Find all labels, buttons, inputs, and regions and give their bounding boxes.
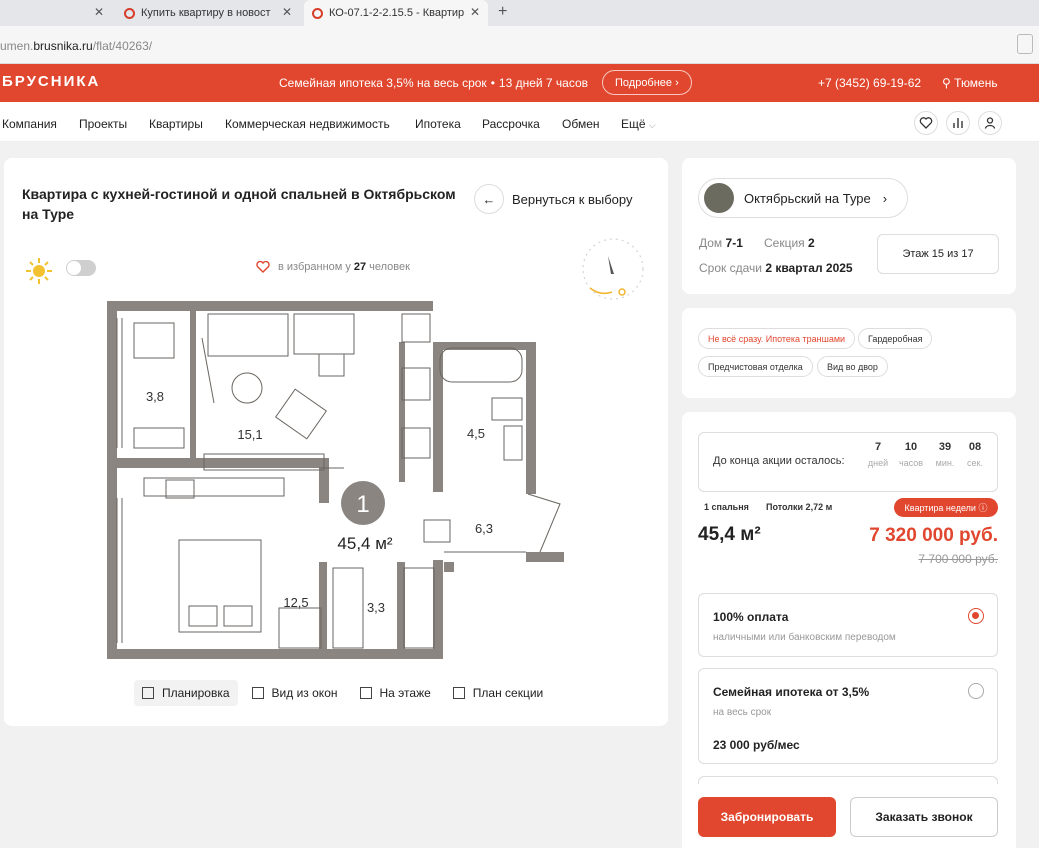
info-icon: ⓘ: [978, 503, 988, 513]
browser-tab[interactable]: ✕: [0, 0, 112, 26]
price-panel: До конца акции осталось: 7 дней 10 часов 3…: [682, 412, 1016, 848]
room-area-label: 3,8: [146, 389, 164, 404]
promo-countdown: До конца акции осталось: 7 дней 10 часов 3…: [698, 432, 998, 492]
compare-button[interactable]: [946, 111, 970, 135]
tag-mortgage-tranches[interactable]: Не всё сразу. Ипотека траншами: [698, 328, 856, 349]
countdown-hours: 10 часов: [898, 441, 924, 468]
favorites-counter: в избранном у 27 человек: [256, 261, 410, 273]
room-area-label: 6,3: [475, 521, 493, 536]
promo-header: БРУСНИКА Семейная ипотека 3,5% на весь с…: [0, 64, 1039, 102]
nav-item-flats[interactable]: Квартиры: [149, 117, 203, 131]
ceiling-spec: Потолки 2,72 м: [766, 502, 833, 512]
nav-item-commercial[interactable]: Коммерческая недвижимость: [225, 117, 390, 131]
promo-more-button[interactable]: Подробнее ›: [602, 70, 692, 95]
floor-plan: 3,8 15,1 4,5 6,3 12,5 3,3 1 45,4 м²: [107, 301, 564, 659]
plan-view-tabs: Планировка Вид из окон На этаже План сек…: [134, 680, 551, 706]
mortgage-monthly: 23 000 руб/мес: [713, 738, 800, 752]
floor-info[interactable]: Этаж 15 из 17: [877, 234, 999, 274]
window-icon: [251, 687, 264, 699]
flat-area: 45,4 м²: [698, 524, 761, 545]
project-link-button[interactable]: Октябрьский на Туре ›: [698, 178, 908, 218]
rooms-count-text: 1: [356, 491, 369, 518]
close-tab-icon[interactable]: ✕: [94, 5, 104, 19]
brand-logo[interactable]: БРУСНИКА: [2, 73, 100, 90]
nav-item-mortgage[interactable]: Ипотека: [415, 117, 461, 131]
book-button[interactable]: Забронировать: [698, 797, 836, 837]
tab-layout[interactable]: Планировка: [134, 680, 238, 706]
tag-courtyard-view[interactable]: Вид во двор: [817, 356, 888, 377]
room-area-label: 4,5: [467, 426, 485, 441]
new-tab-icon[interactable]: +: [498, 3, 507, 21]
close-tab-icon[interactable]: ✕: [470, 5, 480, 19]
back-to-selection-button[interactable]: ← Вернуться к выбору: [474, 184, 633, 214]
section-info: Секция 2: [764, 236, 815, 250]
nav-item-more[interactable]: Ещё ⌵: [621, 117, 656, 131]
heart-icon[interactable]: [256, 261, 270, 273]
deadline-info: Срок сдачи 2 квартал 2025: [699, 261, 853, 275]
payment-option-full[interactable]: 100% оплата наличными или банковским пер…: [698, 593, 998, 657]
flat-of-week-badge[interactable]: Квартира недели ⓘ: [894, 498, 998, 517]
compass-icon: [582, 238, 644, 300]
plan-total-area: 45,4 м²: [337, 534, 392, 553]
tab-on-floor[interactable]: На этаже: [352, 680, 439, 706]
address-bar[interactable]: umen.brusnika.ru/flat/40263/: [0, 26, 1039, 64]
request-call-button[interactable]: Заказать звонок: [850, 797, 998, 837]
browser-tab-bar: ✕ Купить квартиру в новост ✕ КО-07.1-2-2…: [0, 0, 1039, 26]
heart-icon: [919, 117, 933, 129]
tab-window-view[interactable]: Вид из окон: [244, 680, 346, 706]
browser-tab-active[interactable]: КО-07.1-2-2.15.5 - Квартир ✕: [304, 0, 488, 26]
room-area-label: 15,1: [237, 427, 262, 442]
room-area-label: 12,5: [283, 595, 308, 610]
tab-title: Купить квартиру в новост: [141, 7, 271, 19]
payment-option-mortgage[interactable]: Семейная ипотека от 3,5% на весь срок 23…: [698, 668, 998, 764]
countdown-seconds: 08 сек.: [967, 441, 983, 468]
main-nav: Компания Проекты Квартиры Коммерческая н…: [0, 102, 1039, 142]
nav-item-installment[interactable]: Рассрочка: [482, 117, 540, 131]
nav-item-exchange[interactable]: Обмен: [562, 117, 600, 131]
countdown-days: 7 дней: [867, 441, 889, 468]
close-tab-icon[interactable]: ✕: [282, 5, 292, 19]
flat-price: 7 320 000 руб.: [869, 525, 998, 546]
tab-section-plan[interactable]: План секции: [445, 680, 551, 706]
grid-icon: [452, 687, 465, 699]
flat-title: Квартира с кухней-гостиной и одной спаль…: [22, 186, 456, 222]
flat-old-price: 7 700 000 руб.: [918, 552, 998, 566]
city-selector[interactable]: ⚲ Тюмень: [942, 76, 998, 90]
daylight-toggle[interactable]: [66, 260, 96, 276]
nav-item-company[interactable]: Компания: [2, 117, 57, 131]
location-pin-icon: ⚲: [942, 76, 951, 90]
flat-plan-panel: Квартира с кухней-гостиной и одной спаль…: [4, 158, 668, 726]
browser-tab[interactable]: Купить квартиру в новост ✕: [116, 0, 300, 26]
browser-menu-button[interactable]: [1017, 34, 1033, 54]
house-info: Дом 7-1: [699, 236, 743, 250]
tab-title: КО-07.1-2-2.15.5 - Квартир: [329, 7, 465, 19]
bedrooms-spec: 1 спальня: [704, 502, 749, 512]
favorites-button[interactable]: [914, 111, 938, 135]
feature-tags-panel: Не всё сразу. Ипотека траншами Гардеробн…: [682, 308, 1016, 398]
chevron-right-icon: ›: [882, 190, 888, 206]
layout-icon: [142, 687, 154, 699]
project-thumbnail: [704, 183, 734, 213]
profile-button[interactable]: [978, 111, 1002, 135]
promo-text: Семейная ипотека 3,5% на весь срок • 13 дн…: [279, 76, 589, 90]
tag-prefinishing[interactable]: Предчистовая отделка: [698, 356, 813, 377]
payment-option-more[interactable]: [698, 776, 998, 784]
tag-wardrobe[interactable]: Гардеробная: [858, 328, 933, 349]
user-icon: [984, 117, 996, 129]
sun-icon: [26, 258, 52, 284]
countdown-minutes: 39 мин.: [935, 441, 955, 468]
chevron-down-icon: ⌵: [648, 120, 656, 130]
project-info-panel: Октябрьский на Туре › Дом 7-1 Секция 2 С…: [682, 158, 1016, 294]
url-text[interactable]: umen.brusnika.ru/flat/40263/: [0, 39, 152, 53]
arrow-left-icon: ←: [474, 184, 504, 214]
chart-bars-icon: [953, 118, 963, 128]
payment-radio[interactable]: [968, 608, 984, 624]
room-area-label: 3,3: [367, 600, 385, 615]
payment-radio[interactable]: [968, 683, 984, 699]
nav-item-projects[interactable]: Проекты: [79, 117, 127, 131]
phone-link[interactable]: +7 (3452) 69-19-62: [818, 76, 921, 90]
site-favicon-icon: [124, 7, 135, 19]
floor-icon: [359, 687, 372, 699]
site-favicon-icon: [312, 7, 323, 19]
